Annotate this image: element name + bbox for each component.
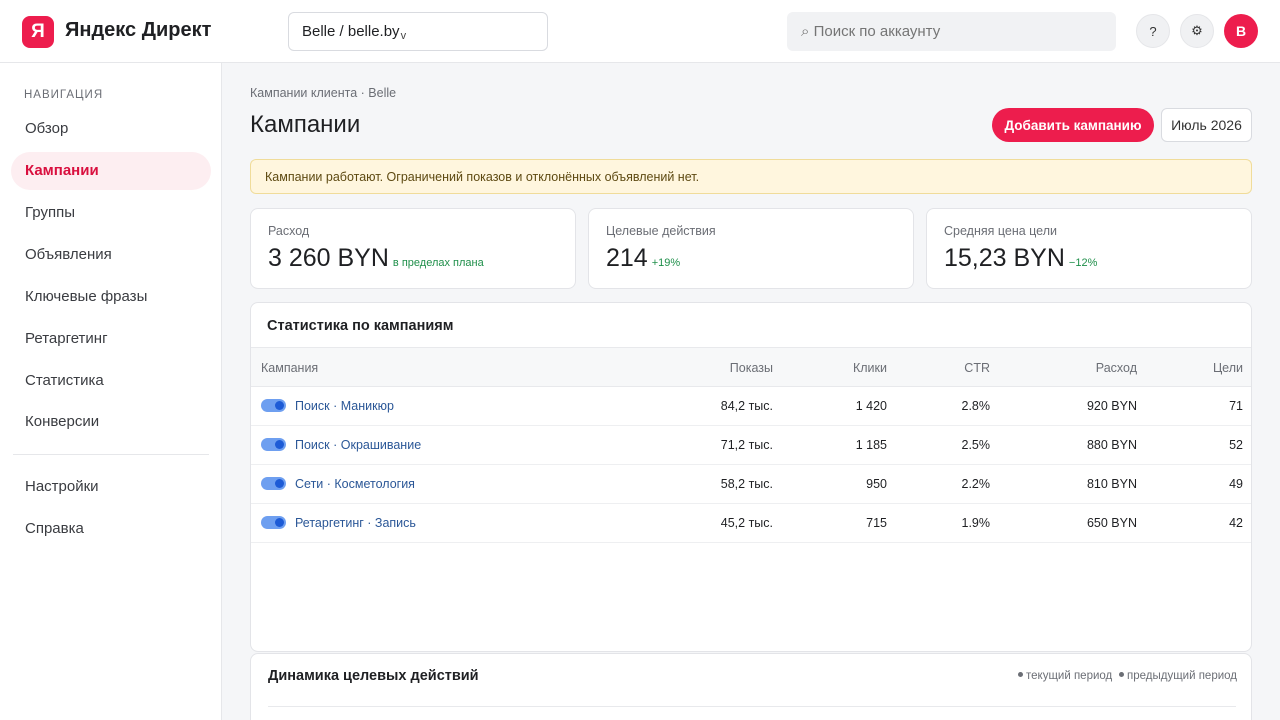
cell-shows: 45,2 тыс. (720, 516, 773, 530)
page-title: Кампании (250, 111, 361, 138)
cell-clicks: 1 185 (855, 438, 887, 452)
panel-title: Динамика целевых действий (268, 668, 479, 684)
sidebar-item-campaigns[interactable]: Кампании (11, 152, 211, 190)
sidebar-item-conversions[interactable]: Конверсии (11, 403, 211, 441)
kpi-value-row: 214 +19% (606, 244, 680, 273)
cell-clicks: 1 420 (855, 399, 887, 413)
period-select-button[interactable]: Июль 2026 (1161, 108, 1252, 142)
cell-ctr: 2.8% (961, 399, 991, 413)
legend-current[interactable]: текущий период (1018, 670, 1112, 682)
campaign-toggle[interactable] (261, 399, 286, 412)
legend-dot-icon (1119, 672, 1124, 677)
legend-dot-icon (1018, 672, 1023, 677)
column-header-campaign[interactable]: Кампания (261, 361, 318, 375)
sidebar-item-statistics[interactable]: Статистика (11, 362, 211, 400)
column-header-clicks[interactable]: Клики (853, 361, 887, 375)
sidebar-item-retargeting[interactable]: Ретаргетинг (11, 320, 211, 358)
campaign-link[interactable]: Поиск · Маникюр (295, 399, 394, 413)
legend-label: текущий период (1026, 670, 1113, 682)
column-header-ctr[interactable]: CTR (964, 361, 990, 375)
kpi-label: Целевые действия (606, 224, 716, 238)
sidebar-item-groups[interactable]: Группы (11, 194, 211, 232)
campaign-link[interactable]: Поиск · Окрашивание (295, 438, 421, 452)
toggle-knob (275, 440, 284, 449)
toggle-knob (275, 518, 284, 527)
kpi-value: 3 260 BYN (268, 244, 389, 272)
dynamics-panel: Динамика целевых действий текущий период… (250, 653, 1252, 720)
kpi-value: 214 (606, 244, 648, 272)
cell-shows: 84,2 тыс. (720, 399, 773, 413)
table-row: Поиск · Окрашивание 71,2 тыс. 1 185 2.5%… (251, 426, 1251, 465)
legend-label: предыдущий период (1127, 670, 1238, 682)
kpi-label: Средняя цена цели (944, 224, 1057, 238)
kpi-delta: +19% (651, 257, 681, 269)
sidebar-item-overview[interactable]: Обзор (11, 110, 211, 148)
sidebar-item-settings[interactable]: Настройки (11, 468, 211, 506)
column-header-shows[interactable]: Показы (730, 361, 773, 375)
status-alert: Кампании работают. Ограничений показов и… (250, 159, 1252, 194)
table-row: Ретаргетинг · Запись 45,2 тыс. 715 1.9% … (251, 504, 1251, 543)
cell-shows: 58,2 тыс. (720, 477, 773, 491)
top-header: Я Яндекс Директ Belle / belle.byv ? ⚙ B (0, 0, 1280, 63)
campaign-link[interactable]: Ретаргетинг · Запись (295, 516, 416, 530)
cell-ctr: 2.2% (961, 477, 991, 491)
sidebar-divider (13, 454, 209, 455)
search-input[interactable] (787, 12, 1116, 51)
kpi-value-row: 15,23 BYN −12% (944, 244, 1097, 273)
legend-previous[interactable]: предыдущий период (1119, 670, 1237, 682)
campaign-stats-panel: Статистика по кампаниям Кампания Показы … (250, 302, 1252, 652)
table-header: Кампания Показы Клики CTR Расход Цели (251, 347, 1251, 387)
column-header-spend[interactable]: Расход (1096, 361, 1137, 375)
cell-goals: 71 (1229, 399, 1243, 413)
cell-ctr: 2.5% (961, 438, 991, 452)
cell-spend: 920 BYN (1086, 399, 1137, 413)
table-row: Сети · Косметология 58,2 тыс. 950 2.2% 8… (251, 465, 1251, 504)
cell-spend: 880 BYN (1086, 438, 1137, 452)
toggle-knob (275, 479, 284, 488)
table-row: Поиск · Маникюр 84,2 тыс. 1 420 2.8% 920… (251, 387, 1251, 426)
cell-clicks: 950 (866, 477, 887, 491)
chevron-down-icon: v (400, 30, 407, 42)
kpi-delta: в пределах плана (392, 257, 484, 269)
account-select-value: Belle / belle.by (302, 23, 400, 40)
cell-spend: 650 BYN (1086, 516, 1137, 530)
chart-baseline (268, 706, 1236, 707)
cell-shows: 71,2 тыс. (720, 438, 773, 452)
cell-spend: 810 BYN (1086, 477, 1137, 491)
kpi-delta: −12% (1068, 257, 1098, 269)
cell-ctr: 1.9% (961, 516, 991, 530)
cell-goals: 42 (1229, 516, 1243, 530)
add-campaign-button[interactable]: Добавить кампанию (992, 108, 1154, 142)
help-button[interactable]: ? (1136, 14, 1170, 48)
column-header-goals[interactable]: Цели (1213, 361, 1243, 375)
campaign-link[interactable]: Сети · Косметология (295, 477, 415, 491)
cell-goals: 52 (1229, 438, 1243, 452)
kpi-value: 15,23 BYN (944, 244, 1065, 272)
yandex-logo-icon[interactable]: Я (22, 16, 54, 48)
cell-goals: 49 (1229, 477, 1243, 491)
kpi-card-cost-per-goal: Средняя цена цели 15,23 BYN −12% (926, 208, 1252, 289)
cell-clicks: 715 (866, 516, 887, 530)
app-title[interactable]: Яндекс Директ (65, 19, 211, 42)
campaign-toggle[interactable] (261, 438, 286, 451)
sidebar-item-ads[interactable]: Объявления (11, 236, 211, 274)
campaign-toggle[interactable] (261, 516, 286, 529)
nav-title: НАВИГАЦИЯ (24, 89, 104, 101)
kpi-card-goals: Целевые действия 214 +19% (588, 208, 914, 289)
panel-title: Статистика по кампаниям (267, 318, 454, 334)
avatar[interactable]: B (1224, 14, 1258, 48)
sidebar: НАВИГАЦИЯ Обзор Кампании Группы Объявлен… (0, 63, 222, 720)
sidebar-item-keywords[interactable]: Ключевые фразы (11, 278, 211, 316)
account-select[interactable]: Belle / belle.byv (288, 12, 548, 51)
settings-gear-icon[interactable]: ⚙ (1180, 14, 1214, 48)
kpi-card-spend: Расход 3 260 BYN в пределах плана (250, 208, 576, 289)
sidebar-item-help[interactable]: Справка (11, 510, 211, 548)
campaign-toggle[interactable] (261, 477, 286, 490)
kpi-value-row: 3 260 BYN в пределах плана (268, 244, 484, 273)
toggle-knob (275, 401, 284, 410)
breadcrumb[interactable]: Кампании клиента · Belle (250, 86, 396, 100)
kpi-label: Расход (268, 224, 310, 238)
